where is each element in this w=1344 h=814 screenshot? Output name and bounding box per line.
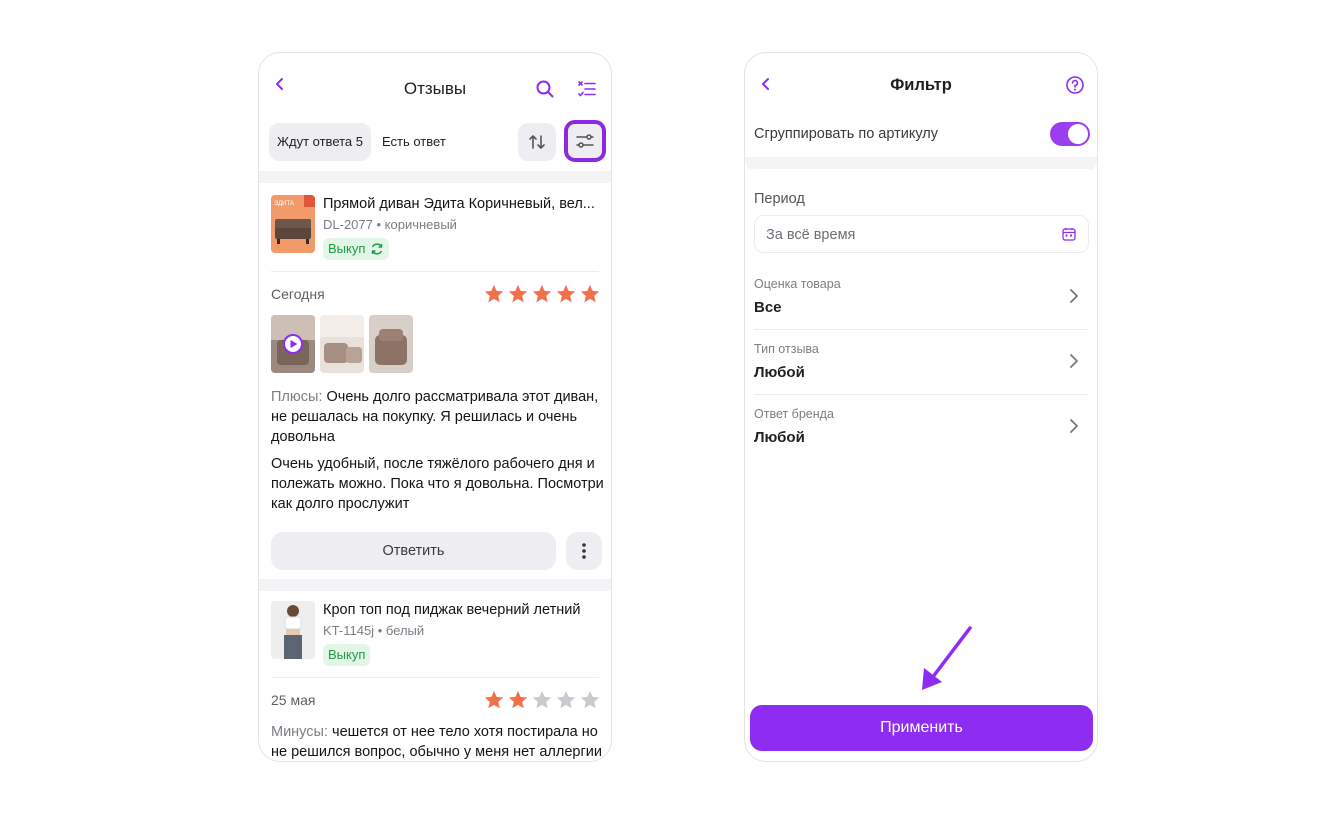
calendar-icon <box>1062 228 1076 241</box>
sort-button[interactable] <box>518 123 556 161</box>
divider-band <box>259 171 611 183</box>
star-icon <box>532 690 552 709</box>
apply-button[interactable]: Применить <box>750 705 1093 751</box>
status-badge: Выкуп <box>323 238 390 260</box>
badge-label: Выкуп <box>328 241 366 256</box>
rating-stars <box>483 689 601 711</box>
product-image[interactable]: ЭДИТА <box>271 195 315 253</box>
chip-waiting-answer[interactable]: Ждут ответа 5 <box>269 123 371 161</box>
meta-separator: • <box>376 217 385 232</box>
review-date: Сегодня <box>271 286 325 302</box>
help-icon[interactable] <box>1065 75 1085 95</box>
chevron-right-icon <box>1070 419 1078 433</box>
divider-band <box>259 579 611 591</box>
star-icon <box>508 284 528 303</box>
product-name[interactable]: Кроп топ под пиджак вечерний летний <box>323 602 603 618</box>
refresh-icon <box>372 243 383 255</box>
separator <box>754 394 1088 395</box>
row-value: Любой <box>754 364 805 381</box>
filter-button[interactable] <box>564 120 606 162</box>
row-label: Оценка товара <box>754 277 841 291</box>
product-color: белый <box>385 623 425 638</box>
product-sku: KT-1145j <box>323 623 375 638</box>
row-label: Ответ бренда <box>754 407 834 421</box>
product-sku: DL-2077 <box>323 217 373 232</box>
period-label: Период <box>754 191 805 207</box>
cons-label: Минусы: <box>271 724 328 740</box>
status-badge: Выкуп <box>323 644 371 666</box>
group-by-sku-toggle[interactable] <box>1050 122 1090 146</box>
chevron-right-icon <box>1070 289 1078 303</box>
review-pros: Плюсы: Очень долго рассматривала этот ди… <box>271 387 606 447</box>
more-vertical-icon <box>582 543 586 559</box>
separator <box>271 677 599 678</box>
meta-separator: • <box>377 623 386 638</box>
review-comment: Очень удобный, после тяжёлого рабочего д… <box>271 456 604 512</box>
chevron-right-icon <box>1070 354 1078 368</box>
separator <box>754 329 1088 330</box>
review-video-thumbnail[interactable] <box>271 315 315 373</box>
star-icon <box>556 690 576 709</box>
top-bar: Отзывы <box>259 53 611 111</box>
review-photo-thumbnail[interactable] <box>369 315 413 373</box>
page-title: Отзывы <box>403 79 467 98</box>
period-value: За всё время <box>766 227 856 243</box>
reviews-screen: Отзывы Ждут ответа 5 Есть ответ ЭДИТА Пр… <box>258 52 612 762</box>
group-by-sku-label: Сгруппировать по артикулу <box>754 126 938 142</box>
search-icon[interactable] <box>535 79 555 99</box>
star-icon <box>580 284 600 303</box>
star-icon <box>580 690 600 709</box>
svg-text:ЭДИТА: ЭДИТА <box>274 201 294 207</box>
product-name[interactable]: Прямой диван Эдита Коричневый, вел... <box>323 196 603 212</box>
period-field[interactable]: За всё время <box>754 215 1089 253</box>
page-title: Фильтр <box>890 76 952 94</box>
toggle-knob <box>1068 124 1088 144</box>
sort-icon <box>529 135 545 149</box>
pros-label: Плюсы: <box>271 389 323 405</box>
product-meta: DL-2077 • коричневый <box>323 217 457 232</box>
star-icon <box>484 690 504 709</box>
product-meta: KT-1145j • белый <box>323 623 424 638</box>
review-photo-thumbnail[interactable] <box>320 315 364 373</box>
row-value: Все <box>754 299 782 316</box>
review-cons: Минусы: чешется от нее тело хотя постира… <box>271 722 606 761</box>
section-top <box>745 169 1097 179</box>
more-button[interactable] <box>566 532 602 570</box>
arrow-down-left-icon <box>922 626 972 690</box>
star-icon <box>556 284 576 303</box>
star-icon <box>532 284 552 303</box>
separator <box>271 271 599 272</box>
row-value: Любой <box>754 429 805 446</box>
row-label: Тип отзыва <box>754 342 819 356</box>
rating-stars <box>483 283 601 305</box>
chip-answered[interactable]: Есть ответ <box>374 123 454 161</box>
product-image[interactable] <box>271 601 315 659</box>
filter-sliders-icon <box>576 134 594 148</box>
checklist-icon[interactable] <box>577 79 597 99</box>
star-icon <box>508 690 528 709</box>
review-date: 25 мая <box>271 692 316 708</box>
reply-button[interactable]: Ответить <box>271 532 556 570</box>
star-icon <box>484 284 504 303</box>
product-color: коричневый <box>384 217 457 232</box>
